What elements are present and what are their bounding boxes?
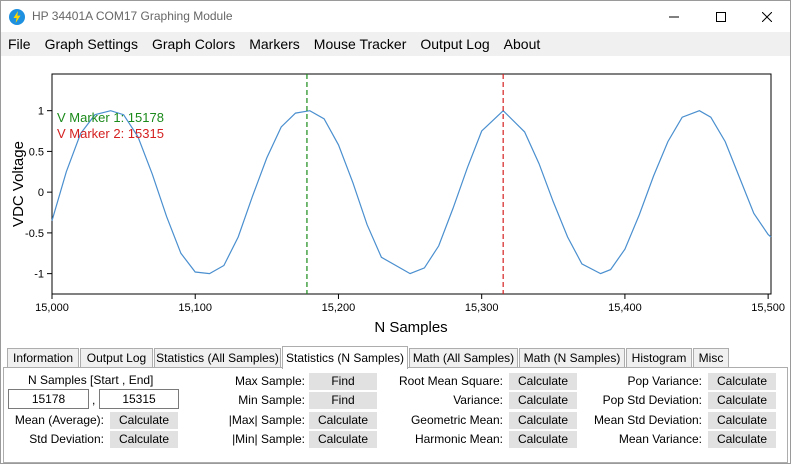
min-sample-label: Min Sample: (238, 393, 305, 407)
close-icon (762, 11, 772, 22)
menu-mouse-tracker[interactable]: Mouse Tracker (307, 32, 414, 56)
variance-label: Variance: (453, 393, 503, 407)
pop-variance-calculate-button[interactable]: Calculate (708, 373, 776, 390)
geometric-mean-label: Geometric Mean: (410, 413, 503, 427)
pop-variance-label: Pop Variance: (627, 374, 703, 388)
mean-std-deviation-label: Mean Std Deviation: (593, 413, 702, 427)
app-window: HP 34401A COM17 Graphing Module File Gra… (0, 0, 791, 464)
graph-area[interactable]: 15,000 15,100 15,200 15,300 15,400 15,500 1 0.5… (1, 56, 790, 343)
maximize-icon (716, 11, 726, 22)
x-tick-label: 15,300 (465, 302, 499, 314)
statistics-panel: N Samples [Start , End] 15178 , 15315 Me… (3, 367, 788, 463)
n-samples-range-label: N Samples [Start , End] (28, 373, 154, 387)
mean-label: Mean (Average): (14, 413, 104, 427)
menu-about[interactable]: About (497, 32, 548, 56)
y-tick-label: -0.5 (25, 228, 44, 240)
mean-calculate-button[interactable]: Calculate (110, 412, 178, 429)
menu-bar: File Graph Settings Graph Colors Markers… (1, 32, 790, 56)
mean-variance-calculate-button[interactable]: Calculate (708, 431, 776, 448)
max-sample-find-button[interactable]: Find (309, 373, 377, 390)
harmonic-mean-label: Harmonic Mean: (414, 432, 503, 446)
range-separator: , (92, 393, 96, 407)
x-axis-label: N Samples (374, 319, 447, 336)
maximize-button[interactable] (698, 1, 744, 32)
x-tick-label: 15,500 (751, 302, 785, 314)
y-tick-label: 0.5 (29, 146, 44, 158)
menu-output-log[interactable]: Output Log (413, 32, 496, 56)
y-tick-label: -1 (34, 269, 44, 281)
harmonic-mean-calculate-button[interactable]: Calculate (509, 431, 577, 448)
x-tick-label: 15,100 (178, 302, 212, 314)
menu-markers[interactable]: Markers (242, 32, 307, 56)
menu-graph-colors[interactable]: Graph Colors (145, 32, 242, 56)
pop-std-deviation-calculate-button[interactable]: Calculate (708, 392, 776, 409)
tab-statistics-all[interactable]: Statistics (All Samples) (154, 348, 281, 368)
minimize-button[interactable] (651, 1, 697, 32)
abs-max-calculate-button[interactable]: Calculate (309, 412, 377, 429)
menu-graph-settings[interactable]: Graph Settings (38, 32, 145, 56)
rms-calculate-button[interactable]: Calculate (509, 373, 577, 390)
tab-strip: Information Output Log Statistics (All S… (1, 346, 790, 369)
tab-output-log[interactable]: Output Log (80, 348, 153, 368)
x-tick-label: 15,400 (608, 302, 642, 314)
rms-label: Root Mean Square: (398, 374, 503, 388)
y-tick-label: 0 (38, 187, 44, 199)
y-axis-label: VDC Voltage (10, 141, 27, 227)
mean-variance-label: Mean Variance: (618, 432, 702, 446)
end-sample-input[interactable]: 15315 (99, 389, 179, 409)
std-deviation-calculate-button[interactable]: Calculate (110, 431, 178, 448)
title-bar: HP 34401A COM17 Graphing Module (1, 1, 790, 32)
abs-max-sample-label: |Max| Sample: (228, 413, 305, 427)
v-marker-1-label: V Marker 1: 15178 (57, 110, 164, 125)
tab-information[interactable]: Information (7, 348, 79, 368)
y-tick-label: 1 (38, 106, 44, 118)
close-button[interactable] (744, 1, 790, 32)
lightning-bolt-icon (9, 9, 25, 25)
variance-calculate-button[interactable]: Calculate (509, 392, 577, 409)
plot-frame (51, 73, 772, 295)
menu-file[interactable]: File (1, 32, 38, 56)
v-marker-2-label: V Marker 2: 15315 (57, 126, 164, 141)
min-sample-find-button[interactable]: Find (309, 392, 377, 409)
std-deviation-label: Std Deviation: (29, 432, 104, 446)
tab-misc[interactable]: Misc (693, 348, 729, 368)
start-sample-input[interactable]: 15178 (8, 389, 89, 409)
geometric-mean-calculate-button[interactable]: Calculate (509, 412, 577, 429)
window-title: HP 34401A COM17 Graphing Module (32, 9, 233, 23)
mean-std-deviation-calculate-button[interactable]: Calculate (708, 412, 776, 429)
voltage-chart[interactable]: 15,000 15,100 15,200 15,300 15,400 15,500 1 0.5… (1, 56, 790, 343)
tab-math-n[interactable]: Math (N Samples) (519, 348, 625, 368)
abs-min-calculate-button[interactable]: Calculate (309, 431, 377, 448)
abs-min-sample-label: |Min| Sample: (232, 432, 305, 446)
x-tick-label: 15,000 (35, 302, 69, 314)
pop-std-deviation-label: Pop Std Deviation: (602, 393, 702, 407)
tab-histogram[interactable]: Histogram (626, 348, 692, 368)
minimize-icon (669, 16, 679, 17)
max-sample-label: Max Sample: (234, 374, 305, 388)
tab-math-all[interactable]: Math (All Samples) (409, 348, 518, 368)
x-tick-label: 15,200 (322, 302, 356, 314)
tab-statistics-n[interactable]: Statistics (N Samples) (282, 346, 408, 369)
